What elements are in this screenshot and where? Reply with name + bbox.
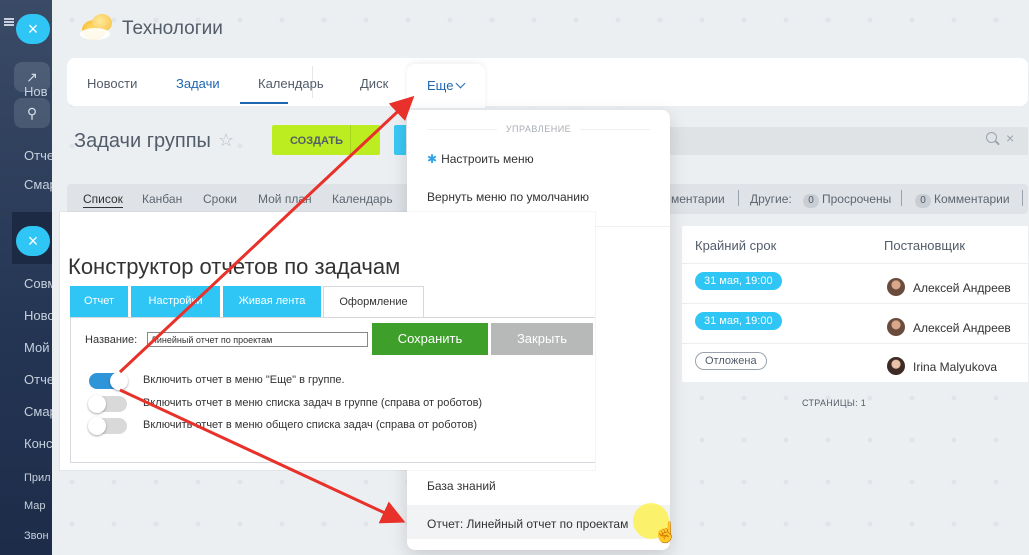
- divider: [350, 125, 351, 155]
- group-title: Технологии: [122, 18, 223, 39]
- nav-item-news[interactable]: Новости: [87, 76, 137, 91]
- view-kanban[interactable]: Канбан: [142, 192, 182, 206]
- sidebar-item[interactable]: Ново: [24, 308, 52, 323]
- avatar[interactable]: [887, 278, 905, 296]
- star-icon[interactable]: ☆: [218, 130, 234, 151]
- row-divider: [682, 303, 1028, 304]
- tab-report[interactable]: Отчет: [70, 286, 128, 317]
- chevron-down-icon: [455, 78, 466, 89]
- menu-section-label: УПРАВЛЕНИЕ: [407, 124, 670, 134]
- toggle-label: Включить отчет в меню списка задач в гру…: [143, 397, 483, 409]
- tab-design[interactable]: Оформление: [323, 286, 424, 318]
- row-divider: [682, 263, 1028, 264]
- view-my-plan[interactable]: Мой план: [258, 192, 312, 206]
- toggle-knob: [88, 417, 106, 435]
- avatar[interactable]: [887, 357, 905, 375]
- menu-item-configure[interactable]: ✱ Настроить меню: [427, 152, 534, 166]
- sidebar-item[interactable]: Отче: [24, 372, 52, 387]
- search-icon[interactable]: [986, 132, 997, 143]
- nav-item-calendar[interactable]: Календарь: [258, 76, 324, 91]
- column-header-deadline[interactable]: Крайний срок: [695, 238, 776, 253]
- report-constructor-panel: Конструктор отчетов по задачам Отчет Нас…: [60, 212, 595, 470]
- close-icon[interactable]: ×: [16, 14, 50, 44]
- logo-icon: [80, 14, 114, 42]
- toggle-more-menu[interactable]: [89, 372, 128, 390]
- toggle-knob: [88, 395, 106, 413]
- settings-button[interactable]: [394, 125, 406, 155]
- sidebar-item[interactable]: Звон: [24, 530, 49, 542]
- pagination: СТРАНИЦЫ: 1: [802, 398, 867, 408]
- sidebar-item[interactable]: Смар: [24, 404, 52, 419]
- close-button[interactable]: Закрыть: [491, 323, 593, 355]
- status-badge[interactable]: Отложена: [695, 352, 767, 370]
- tab-live-feed[interactable]: Живая лента: [223, 286, 321, 317]
- sidebar-item[interactable]: Совм: [24, 276, 52, 291]
- author-name[interactable]: Алексей Андреев: [913, 321, 1011, 335]
- deadline-badge[interactable]: 31 мая, 19:00: [695, 272, 782, 290]
- sidebar-item[interactable]: Прил: [24, 472, 51, 484]
- search-input[interactable]: [668, 127, 1028, 155]
- menu-item-report[interactable]: Отчет: Линейный отчет по проектам: [427, 517, 628, 531]
- author-name[interactable]: Irina Malyukova: [913, 360, 997, 374]
- close-icon[interactable]: ×: [16, 226, 50, 256]
- toggle-label: Включить отчет в меню общего списка зада…: [143, 419, 478, 431]
- view-deadlines[interactable]: Сроки: [203, 192, 237, 206]
- counter-comments[interactable]: 0 Комментарии: [915, 192, 1010, 208]
- divider: [901, 190, 902, 206]
- author-name[interactable]: Алексей Андреев: [913, 281, 1011, 295]
- sidebar-item[interactable]: Смар: [24, 177, 52, 192]
- menu-icon[interactable]: [4, 18, 14, 26]
- sidebar-item[interactable]: Нов: [24, 84, 48, 99]
- clear-icon[interactable]: ×: [1006, 130, 1014, 146]
- toggle-label: Включить отчет в меню "Еще" в группе.: [143, 374, 345, 386]
- column-header-author[interactable]: Постановщик: [884, 238, 965, 253]
- name-label: Название:: [85, 334, 138, 346]
- report-name-field[interactable]: [147, 332, 368, 347]
- avatar[interactable]: [887, 318, 905, 336]
- divider: [1022, 190, 1023, 206]
- counter-overdue[interactable]: 0 Просрочены: [803, 192, 891, 208]
- toggle-knob: [110, 372, 128, 390]
- active-tab-underline: [240, 102, 288, 104]
- sidebar-item[interactable]: Отче: [24, 148, 52, 163]
- left-sidebar: × ↗ Нов ⚲ Отче Смар × Совм Ново Мой Отче…: [0, 0, 52, 555]
- divider: [738, 190, 739, 206]
- nav-item-more[interactable]: Еще: [407, 64, 485, 108]
- panel-title: Конструктор отчетов по задачам: [68, 254, 401, 279]
- top-navigation: Новости Задачи › Календарь Диск: [67, 58, 1028, 106]
- others-label: Другие:: [750, 192, 792, 206]
- save-button[interactable]: Сохранить: [372, 323, 488, 355]
- menu-item-reset[interactable]: Вернуть меню по умолчанию: [427, 190, 589, 204]
- counter-comments-label[interactable]: ментарии: [671, 192, 725, 206]
- view-list[interactable]: Список: [83, 192, 123, 208]
- deadline-badge[interactable]: 31 мая, 19:00: [695, 312, 782, 330]
- view-calendar[interactable]: Календарь: [332, 192, 393, 206]
- nav-item-tasks[interactable]: Задачи: [176, 76, 220, 91]
- row-divider: [682, 343, 1028, 344]
- toggle-group-task-menu[interactable]: [88, 395, 127, 413]
- gear-icon: ✱: [427, 152, 438, 166]
- menu-item-knowledge-base[interactable]: База знаний: [427, 479, 496, 493]
- tab-settings[interactable]: Настройки: [131, 286, 220, 317]
- sidebar-item[interactable]: Мой: [24, 340, 49, 355]
- nav-item-disk[interactable]: Диск: [360, 76, 388, 91]
- panel-body: Название: Сохранить Закрыть Включить отч…: [70, 317, 595, 463]
- nav-more-label: Еще: [427, 78, 454, 93]
- hand-cursor-icon: ☝: [653, 522, 678, 544]
- toggle-general-task-menu[interactable]: [88, 417, 127, 435]
- create-label: СОЗДАТЬ: [290, 135, 343, 147]
- create-button[interactable]: СОЗДАТЬ: [272, 125, 380, 155]
- page-title: Задачи группы: [74, 130, 211, 152]
- link-icon[interactable]: ⚲: [14, 98, 50, 128]
- sidebar-item[interactable]: Мар: [24, 500, 46, 512]
- sidebar-item[interactable]: Конс: [24, 436, 52, 451]
